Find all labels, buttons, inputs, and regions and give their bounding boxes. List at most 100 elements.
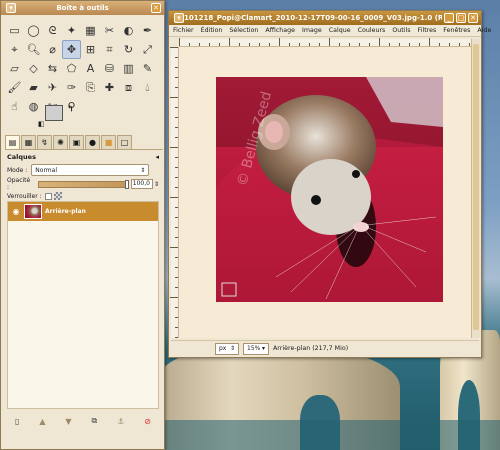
mode-select[interactable]: Normal ⇕ (31, 164, 150, 176)
anchor-layer-icon[interactable]: ⚓ (117, 417, 124, 426)
eraser-icon[interactable]: ▰ (24, 78, 43, 97)
layer-name[interactable]: Arrière-plan (45, 208, 86, 215)
ink-icon[interactable]: ✑ (62, 78, 81, 97)
dodge-burn-icon[interactable]: ◍ (24, 97, 43, 116)
rect-select-icon[interactable]: ▭ (5, 21, 24, 40)
lock-pixels-checkbox[interactable] (44, 192, 52, 200)
spin-icon[interactable]: ⇕ (154, 181, 159, 188)
zoom-select[interactable]: 15% ▾ (243, 342, 269, 355)
paths-icon[interactable]: ✒ (138, 21, 157, 40)
menu-3[interactable]: Affichage (265, 27, 295, 34)
flip-icon[interactable]: ⇆ (43, 59, 62, 78)
chevron-down-icon: ▾ (261, 345, 265, 352)
window-menu-icon[interactable]: ▾ (6, 3, 16, 13)
shear-icon[interactable]: ▱ (5, 59, 24, 78)
rotate-icon[interactable]: ↻ (119, 40, 138, 59)
tab-layers[interactable]: ▤ (5, 135, 20, 149)
bucket-fill-icon[interactable]: ⛁ (100, 59, 119, 78)
zoom-icon[interactable]: 🔍︎ (24, 40, 43, 59)
opacity-slider[interactable] (38, 179, 129, 189)
vertical-scrollbar[interactable] (471, 39, 480, 338)
blend-icon[interactable]: ▥ (119, 59, 138, 78)
smudge-icon[interactable]: ☝ (5, 97, 24, 116)
airbrush-icon[interactable]: ✈ (43, 78, 62, 97)
scale-icon[interactable]: ⤢ (138, 40, 157, 59)
panel-menu-icon[interactable]: ◂ (155, 153, 159, 161)
paintbrush-icon[interactable]: 🖌︎ (5, 78, 24, 97)
ruler-tick (459, 43, 460, 46)
menu-5[interactable]: Calque (329, 27, 351, 34)
new-layer-icon[interactable]: ▯ (15, 417, 19, 426)
menu-7[interactable]: Outils (392, 27, 410, 34)
ruler-tick (170, 297, 178, 298)
delete-layer-icon[interactable]: ⊘ (144, 417, 151, 426)
toolbox-titlebar[interactable]: ▾ Boîte à outils ✕ (1, 1, 164, 15)
heal-icon[interactable]: ✚ (100, 78, 119, 97)
zoom-value: 15% (247, 345, 261, 352)
tab-paths[interactable]: ↯ (37, 135, 52, 149)
foreground-color-swatch[interactable] (45, 105, 63, 121)
status-text: Arrière-plan (217,7 Mio) (273, 345, 349, 352)
fuzzy-select-icon[interactable]: ✦ (62, 21, 81, 40)
menu-0[interactable]: Fichier (173, 27, 194, 34)
ruler-tick (349, 43, 350, 46)
image-titlebar[interactable]: ▾ 101218_Popi@Clamart_2010-12-17T09-00-1… (169, 11, 481, 25)
tab-fonts[interactable]: ▣ (69, 135, 84, 149)
ruler-tick (259, 43, 260, 46)
menu-10[interactable]: Aide (477, 27, 491, 34)
lock-alpha-icon[interactable] (53, 192, 62, 200)
perspective-icon[interactable]: ◇ (24, 59, 43, 78)
lower-layer-icon[interactable]: ▼ (65, 417, 71, 426)
menu-8[interactable]: Filtres (418, 27, 437, 34)
opacity-slider-handle[interactable] (125, 179, 129, 189)
tab-gradients[interactable]: ● (85, 135, 100, 149)
blur-icon[interactable]: 💧︎ (138, 78, 157, 97)
ruler-tick (369, 43, 370, 46)
move-icon[interactable]: ✥ (62, 40, 81, 59)
canvas-area[interactable]: © Bellig Zeed (179, 47, 471, 338)
text-icon[interactable]: A (81, 59, 100, 78)
swap-colors-icon[interactable]: ↰ (67, 104, 74, 113)
layers-panel-title: Calques (7, 153, 36, 161)
tab-channels[interactable]: ▦ (21, 135, 36, 149)
layer-row[interactable]: ◉ Arrière-plan (8, 202, 158, 221)
duplicate-layer-icon[interactable]: ⧉ (92, 416, 98, 426)
window-menu-icon[interactable]: ▾ (174, 13, 184, 23)
reset-colors-icon[interactable]: ◧ (38, 120, 45, 128)
tab-brushes[interactable]: ✺ (53, 135, 68, 149)
clone-icon[interactable]: ⎘ (81, 78, 100, 97)
menu-9[interactable]: Fenêtres (443, 27, 470, 34)
opacity-value-field[interactable]: 100,0 (131, 179, 153, 189)
measure-icon[interactable]: ⌀ (43, 40, 62, 59)
color-picker-icon[interactable]: ⌖ (5, 40, 24, 59)
minimize-icon[interactable]: _ (444, 13, 454, 23)
align-icon[interactable]: ⊞ (81, 40, 100, 59)
ruler-tick (289, 43, 290, 46)
perspective-clone-icon[interactable]: ⧈ (119, 78, 138, 97)
crop-icon[interactable]: ⌗ (100, 40, 119, 59)
tab-patterns[interactable]: ■ (101, 135, 116, 149)
unit-select[interactable]: px ⇕ (215, 342, 239, 355)
menu-2[interactable]: Sélection (229, 27, 258, 34)
menu-4[interactable]: Image (302, 27, 322, 34)
pencil-icon[interactable]: ✎ (138, 59, 157, 78)
scrollbar-thumb[interactable] (473, 44, 479, 330)
maximize-icon[interactable]: □ (456, 13, 466, 23)
raise-layer-icon[interactable]: ▲ (39, 417, 45, 426)
ruler-tick (175, 327, 178, 328)
cage-icon[interactable]: ⬠ (62, 59, 81, 78)
image-canvas[interactable]: © Bellig Zeed (216, 77, 443, 302)
ellipse-select-icon[interactable]: ◯ (24, 21, 43, 40)
ruler-tick (175, 67, 178, 68)
free-select-icon[interactable]: ᘓ (43, 21, 62, 40)
select-by-color-icon[interactable]: ▦ (81, 21, 100, 40)
close-icon[interactable]: ✕ (468, 13, 478, 23)
foreground-select-icon[interactable]: ◐ (119, 21, 138, 40)
menu-6[interactable]: Couleurs (358, 27, 386, 34)
ruler-tick (209, 43, 210, 46)
close-icon[interactable]: ✕ (151, 3, 161, 13)
menu-1[interactable]: Édition (201, 27, 223, 34)
eye-icon[interactable]: ◉ (8, 207, 24, 216)
scissors-select-icon[interactable]: ✂ (100, 21, 119, 40)
tab-images[interactable]: □ (117, 135, 132, 149)
